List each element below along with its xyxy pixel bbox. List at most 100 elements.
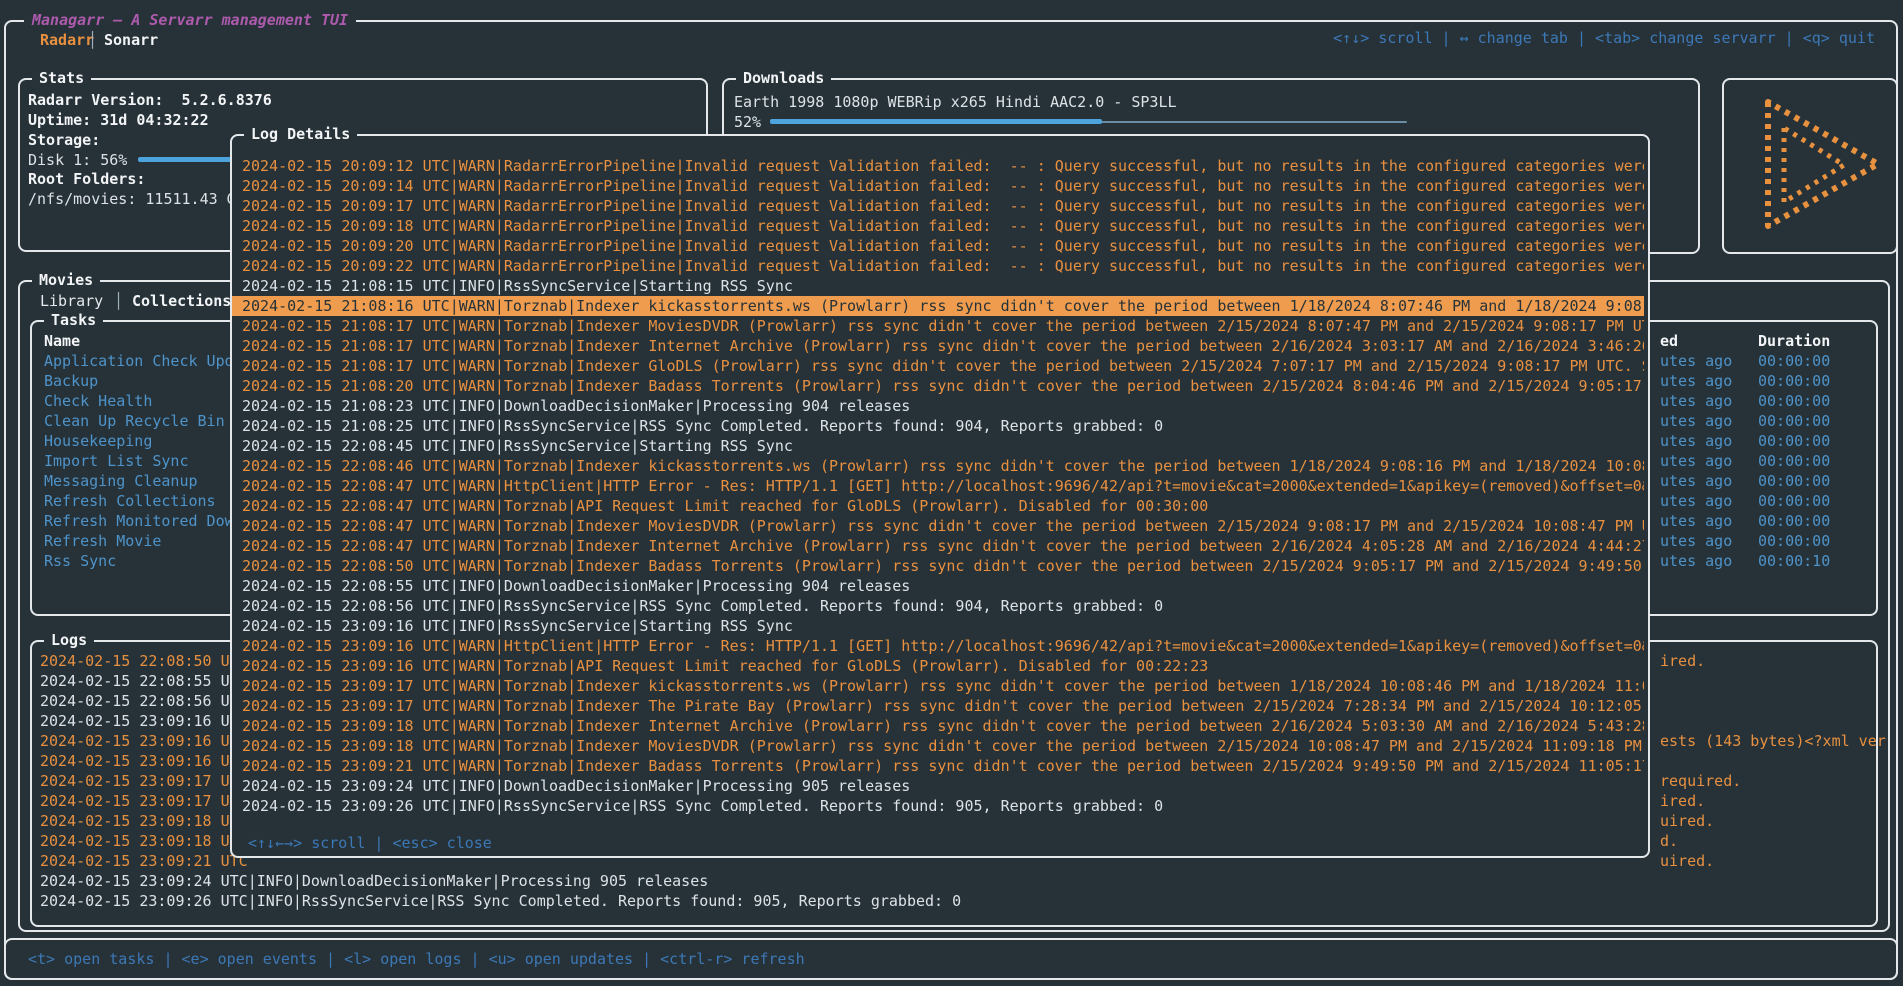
task-name: Import List Sync xyxy=(44,451,189,471)
log-row-tail-fragment: uired. xyxy=(1660,811,1714,831)
log-detail-row[interactable]: 2024-02-15 22:08:47 UTC|WARN|Torznab|Ind… xyxy=(232,536,1644,556)
log-row-timestamp: 2024-02-15 23:09:18 UTC xyxy=(40,811,248,831)
log-detail-row[interactable]: 2024-02-15 23:09:16 UTC|WARN|Torznab|API… xyxy=(232,656,1644,676)
task-queued-fragment: utes ago xyxy=(1660,471,1732,491)
tasks-panel-title: Tasks xyxy=(44,310,103,330)
stats-root-folder: /nfs/movies: 11511.43 GB xyxy=(28,189,245,209)
log-detail-row[interactable]: 2024-02-15 23:09:16 UTC|WARN|HttpClient|… xyxy=(232,636,1644,656)
log-detail-row[interactable]: 2024-02-15 23:09:24 UTC|INFO|DownloadDec… xyxy=(232,776,1644,796)
task-duration: 00:00:00 xyxy=(1758,471,1830,491)
logo-panel xyxy=(1722,78,1898,254)
log-detail-row[interactable]: 2024-02-15 23:09:26 UTC|INFO|RssSyncServ… xyxy=(232,796,1644,816)
log-row-tail-fragment: ests (143 bytes)<?xml ver xyxy=(1660,731,1886,751)
tasks-queued-header-fragment: ed xyxy=(1660,331,1678,351)
tab-collections[interactable]: Collections xyxy=(132,291,231,311)
stats-storage-label: Storage: xyxy=(28,130,100,150)
log-detail-row[interactable]: 2024-02-15 22:08:45 UTC|INFO|RssSyncServ… xyxy=(232,436,1644,456)
log-detail-row[interactable]: 2024-02-15 20:09:20 UTC|WARN|RadarrError… xyxy=(232,236,1644,256)
stats-panel-title: Stats xyxy=(32,68,91,88)
log-detail-row[interactable]: 2024-02-15 23:09:17 UTC|WARN|Torznab|Ind… xyxy=(232,696,1644,716)
log-detail-row[interactable]: 2024-02-15 20:09:18 UTC|WARN|RadarrError… xyxy=(232,216,1644,236)
task-duration: 00:00:00 xyxy=(1758,511,1830,531)
log-detail-row[interactable]: 2024-02-15 20:09:12 UTC|WARN|RadarrError… xyxy=(232,156,1644,176)
log-detail-row[interactable]: 2024-02-15 20:09:17 UTC|WARN|RadarrError… xyxy=(232,196,1644,216)
log-row-timestamp: 2024-02-15 23:09:17 UTC xyxy=(40,771,248,791)
log-row-tail-fragment: required. xyxy=(1660,771,1741,791)
task-queued-fragment: utes ago xyxy=(1660,531,1732,551)
log-detail-row[interactable]: 2024-02-15 21:08:15 UTC|INFO|RssSyncServ… xyxy=(232,276,1644,296)
log-detail-row[interactable]: 2024-02-15 22:08:56 UTC|INFO|RssSyncServ… xyxy=(232,596,1644,616)
task-queued-fragment: utes ago xyxy=(1660,391,1732,411)
movies-panel-title: Movies xyxy=(32,270,100,290)
log-row-timestamp: 2024-02-15 23:09:16 UTC xyxy=(40,751,248,771)
task-duration: 00:00:00 xyxy=(1758,451,1830,471)
managarr-logo-icon xyxy=(1732,86,1890,248)
task-duration: 00:00:00 xyxy=(1758,491,1830,511)
footer-bar: <t> open tasks | <e> open events | <l> o… xyxy=(4,938,1898,980)
log-detail-row-selected[interactable]: 2024-02-15 21:08:16 UTC|WARN|Torznab|Ind… xyxy=(232,296,1644,316)
log-detail-row[interactable]: 2024-02-15 21:08:25 UTC|INFO|RssSyncServ… xyxy=(232,416,1644,436)
log-detail-row[interactable]: 2024-02-15 22:08:47 UTC|WARN|Torznab|Ind… xyxy=(232,516,1644,536)
log-detail-row[interactable]: 2024-02-15 22:08:47 UTC|WARN|HttpClient|… xyxy=(232,476,1644,496)
log-detail-row[interactable]: 2024-02-15 21:08:23 UTC|INFO|DownloadDec… xyxy=(232,396,1644,416)
task-queued-fragment: utes ago xyxy=(1660,351,1732,371)
stats-version: Radarr Version: 5.2.6.8376 xyxy=(28,90,272,110)
task-duration: 00:00:00 xyxy=(1758,411,1830,431)
log-detail-row[interactable]: 2024-02-15 21:08:20 UTC|WARN|Torznab|Ind… xyxy=(232,376,1644,396)
footer-keybind-hints: <t> open tasks | <e> open events | <l> o… xyxy=(28,949,805,969)
log-details-modal-title: Log Details xyxy=(244,124,357,144)
log-detail-row[interactable]: 2024-02-15 21:08:17 UTC|WARN|Torznab|Ind… xyxy=(232,356,1644,376)
download-progress-gauge xyxy=(770,119,1102,124)
stats-root-folders-label: Root Folders: xyxy=(28,169,145,189)
log-detail-row[interactable]: 2024-02-15 22:08:47 UTC|WARN|Torznab|API… xyxy=(232,496,1644,516)
task-duration: 00:00:10 xyxy=(1758,551,1830,571)
top-keybind-hints: <↑↓> scroll | ↔ change tab | <tab> chang… xyxy=(1333,28,1875,48)
modal-keybind-hints: <↑↓←→> scroll | <esc> close xyxy=(248,833,492,853)
tab-library[interactable]: Library xyxy=(40,291,103,311)
log-detail-row[interactable]: 2024-02-15 21:08:17 UTC|WARN|Torznab|Ind… xyxy=(232,316,1644,336)
stats-uptime: Uptime: 31d 04:32:22 xyxy=(28,110,209,130)
task-duration: 00:00:00 xyxy=(1758,431,1830,451)
tab-radarr[interactable]: Radarr xyxy=(40,30,94,50)
task-name: Rss Sync xyxy=(44,551,116,571)
managarr-screen: Managarr – A Servarr management TUI <↑↓>… xyxy=(0,0,1903,986)
log-detail-row[interactable]: 2024-02-15 20:09:22 UTC|WARN|RadarrError… xyxy=(232,256,1644,276)
log-row-timestamp: 2024-02-15 23:09:16 UTC xyxy=(40,711,248,731)
download-item-title[interactable]: Earth 1998 1080p WEBRip x265 Hindi AAC2.… xyxy=(734,92,1177,112)
task-duration: 00:00:00 xyxy=(1758,371,1830,391)
task-duration: 00:00:00 xyxy=(1758,391,1830,411)
task-name: Clean Up Recycle Bin xyxy=(44,411,225,431)
download-percent-label: 52% xyxy=(734,112,761,132)
task-duration: 00:00:00 xyxy=(1758,531,1830,551)
stats-disk-line: Disk 1: 56% xyxy=(28,150,127,170)
log-row-tail-fragment: ired. xyxy=(1660,791,1705,811)
tab-sonarr[interactable]: Sonarr xyxy=(104,30,158,50)
log-row-timestamp: 2024-02-15 23:09:21 UTC xyxy=(40,851,248,871)
log-detail-row[interactable]: 2024-02-15 23:09:18 UTC|WARN|Torznab|Ind… xyxy=(232,716,1644,736)
log-row-text: 2024-02-15 23:09:24 UTC|INFO|DownloadDec… xyxy=(40,871,708,891)
log-detail-row[interactable]: 2024-02-15 23:09:17 UTC|WARN|Torznab|Ind… xyxy=(232,676,1644,696)
log-row-timestamp: 2024-02-15 23:09:18 UTC xyxy=(40,831,248,851)
task-name: Refresh Monitored Downl xyxy=(44,511,252,531)
log-detail-row[interactable]: 2024-02-15 21:08:17 UTC|WARN|Torznab|Ind… xyxy=(232,336,1644,356)
task-queued-fragment: utes ago xyxy=(1660,371,1732,391)
task-queued-fragment: utes ago xyxy=(1660,411,1732,431)
log-detail-row[interactable]: 2024-02-15 23:09:21 UTC|WARN|Torznab|Ind… xyxy=(232,756,1644,776)
log-row-text: 2024-02-15 23:09:26 UTC|INFO|RssSyncServ… xyxy=(40,891,961,911)
log-row-timestamp: 2024-02-15 23:09:17 UTC xyxy=(40,791,248,811)
log-details-modal: Log Details 2024-02-15 20:09:12 UTC|WARN… xyxy=(230,134,1650,858)
log-detail-row[interactable]: 2024-02-15 23:09:16 UTC|INFO|RssSyncServ… xyxy=(232,616,1644,636)
task-name: Application Check Updat xyxy=(44,351,252,371)
log-detail-row[interactable]: 2024-02-15 23:09:18 UTC|WARN|Torznab|Ind… xyxy=(232,736,1644,756)
log-detail-row[interactable]: 2024-02-15 22:08:55 UTC|INFO|DownloadDec… xyxy=(232,576,1644,596)
tasks-duration-header: Duration xyxy=(1758,331,1830,351)
log-row-tail-fragment: ired. xyxy=(1660,651,1705,671)
app-title: Managarr – A Servarr management TUI xyxy=(24,10,356,30)
log-detail-row[interactable]: 2024-02-15 22:08:46 UTC|WARN|Torznab|Ind… xyxy=(232,456,1644,476)
log-detail-row[interactable]: 2024-02-15 20:09:14 UTC|WARN|RadarrError… xyxy=(232,176,1644,196)
servarr-tab-separator: │ xyxy=(88,30,97,50)
task-name: Refresh Movie xyxy=(44,531,161,551)
task-name: Messaging Cleanup xyxy=(44,471,198,491)
movies-tab-separator: │ xyxy=(114,291,123,311)
log-detail-row[interactable]: 2024-02-15 22:08:50 UTC|WARN|Torznab|Ind… xyxy=(232,556,1644,576)
